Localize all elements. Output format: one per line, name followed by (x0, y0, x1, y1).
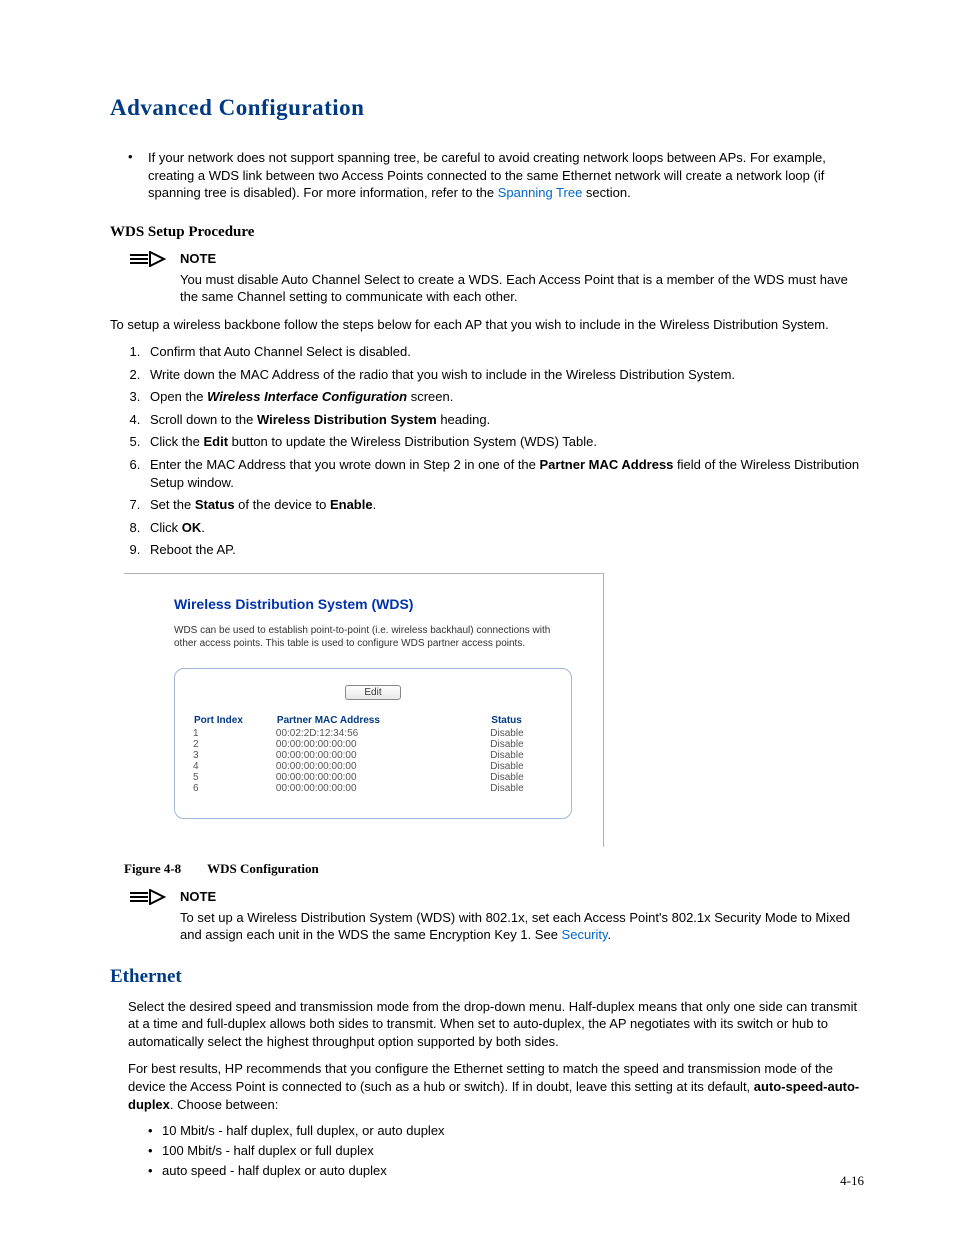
text: For best results, HP recommends that you… (128, 1061, 833, 1094)
text-bold: OK (182, 520, 202, 535)
cell-mac: 00:00:00:00:00:00 (276, 750, 490, 761)
text: . (373, 497, 377, 512)
cell-port: 1 (193, 728, 276, 739)
text: screen. (407, 389, 453, 404)
th-partner-mac: Partner MAC Address (276, 714, 490, 728)
th-status: Status (490, 714, 553, 728)
text: Open the (150, 389, 207, 404)
edit-button[interactable]: Edit (345, 685, 400, 700)
list-item: 100 Mbit/s - half duplex or full duplex (162, 1143, 864, 1158)
cell-mac: 00:00:00:00:00:00 (276, 783, 490, 794)
step-item: Scroll down to the Wireless Distribution… (144, 411, 864, 429)
text: button to update the Wireless Distributi… (228, 434, 597, 449)
cell-port: 6 (193, 783, 276, 794)
step-item: Click the Edit button to update the Wire… (144, 433, 864, 451)
step-item: Open the Wireless Interface Configuratio… (144, 388, 864, 406)
table-row: 600:00:00:00:00:00Disable (193, 783, 553, 794)
text: . (608, 927, 612, 942)
page-number: 4-16 (840, 1173, 864, 1189)
note-arrow-icon (128, 889, 168, 905)
text: Click the (150, 434, 203, 449)
page-title: Advanced Configuration (110, 95, 864, 121)
step-item: Enter the MAC Address that you wrote dow… (144, 456, 864, 491)
cell-mac: 00:02:2D:12:34:56 (276, 728, 490, 739)
wds-figure: Wireless Distribution System (WDS) WDS c… (124, 573, 604, 847)
spanning-tree-link[interactable]: Spanning Tree (498, 185, 583, 200)
note-text: You must disable Auto Channel Select to … (180, 271, 864, 306)
step-item: Reboot the AP. (144, 541, 864, 559)
table-row: 500:00:00:00:00:00Disable (193, 772, 553, 783)
text-bold: Partner MAC Address (540, 457, 674, 472)
ethernet-paragraph: Select the desired speed and transmissio… (128, 998, 864, 1051)
figure-panel: Edit Port Index Partner MAC Address Stat… (174, 668, 572, 819)
th-port-index: Port Index (193, 714, 276, 728)
cell-port: 4 (193, 761, 276, 772)
cell-status: Disable (490, 728, 553, 739)
note-arrow-icon (128, 251, 168, 267)
text: Enter the MAC Address that you wrote dow… (150, 457, 540, 472)
ethernet-options: 10 Mbit/s - half duplex, full duplex, or… (128, 1123, 864, 1178)
note-block: NOTE To set up a Wireless Distribution S… (128, 889, 864, 944)
table-row: 100:02:2D:12:34:56Disable (193, 728, 553, 739)
cell-mac: 00:00:00:00:00:00 (276, 761, 490, 772)
text-bold: Wireless Distribution System (257, 412, 437, 427)
text: Click (150, 520, 182, 535)
figure-title: Wireless Distribution System (WDS) (174, 596, 575, 612)
wds-table: Port Index Partner MAC Address Status 10… (193, 714, 553, 794)
cell-status: Disable (490, 761, 553, 772)
text: of the device to (235, 497, 330, 512)
step-item: Write down the MAC Address of the radio … (144, 366, 864, 384)
text: If your network does not support spannin… (148, 150, 826, 200)
text: heading. (437, 412, 491, 427)
text-bold: Status (195, 497, 235, 512)
cell-status: Disable (490, 772, 553, 783)
steps-list: Confirm that Auto Channel Select is disa… (110, 343, 864, 558)
cell-mac: 00:00:00:00:00:00 (276, 739, 490, 750)
bullet-text: If your network does not support spannin… (148, 149, 864, 202)
figure-caption: Figure 4-8 WDS Configuration (124, 861, 864, 877)
cell-port: 2 (193, 739, 276, 750)
figure-description: WDS can be used to establish point-to-po… (174, 624, 575, 650)
step-item: Set the Status of the device to Enable. (144, 496, 864, 514)
text: To set up a Wireless Distribution System… (180, 910, 850, 943)
text-bold: Edit (203, 434, 228, 449)
list-item: 10 Mbit/s - half duplex, full duplex, or… (162, 1123, 864, 1138)
cell-status: Disable (490, 739, 553, 750)
step-item: Click OK. (144, 519, 864, 537)
text: Set the (150, 497, 195, 512)
note-block: NOTE You must disable Auto Channel Selec… (128, 251, 864, 306)
cell-port: 5 (193, 772, 276, 783)
text: Scroll down to the (150, 412, 257, 427)
note-label: NOTE (180, 889, 216, 904)
bullet-marker: • (128, 149, 148, 202)
list-item: auto speed - half duplex or auto duplex (162, 1163, 864, 1178)
text: section. (582, 185, 630, 200)
cell-port: 3 (193, 750, 276, 761)
setup-intro: To setup a wireless backbone follow the … (110, 316, 864, 334)
table-row: 400:00:00:00:00:00Disable (193, 761, 553, 772)
cell-status: Disable (490, 750, 553, 761)
cell-status: Disable (490, 783, 553, 794)
text: . (201, 520, 205, 535)
ethernet-heading: Ethernet (110, 966, 864, 988)
note-label: NOTE (180, 251, 216, 266)
figure-caption-title: WDS Configuration (207, 861, 319, 876)
text-bold-italic: Wireless Interface Configuration (207, 389, 407, 404)
table-row: 300:00:00:00:00:00Disable (193, 750, 553, 761)
text: . Choose between: (170, 1097, 278, 1112)
table-row: 200:00:00:00:00:00Disable (193, 739, 553, 750)
note-text: To set up a Wireless Distribution System… (180, 909, 864, 944)
bullet-item: • If your network does not support spann… (128, 149, 864, 202)
text-bold: Enable (330, 497, 373, 512)
cell-mac: 00:00:00:00:00:00 (276, 772, 490, 783)
ethernet-paragraph: For best results, HP recommends that you… (128, 1060, 864, 1113)
security-link[interactable]: Security (562, 927, 608, 942)
step-item: Confirm that Auto Channel Select is disa… (144, 343, 864, 361)
figure-number: Figure 4-8 (124, 861, 181, 876)
wds-setup-heading: WDS Setup Procedure (110, 224, 864, 241)
